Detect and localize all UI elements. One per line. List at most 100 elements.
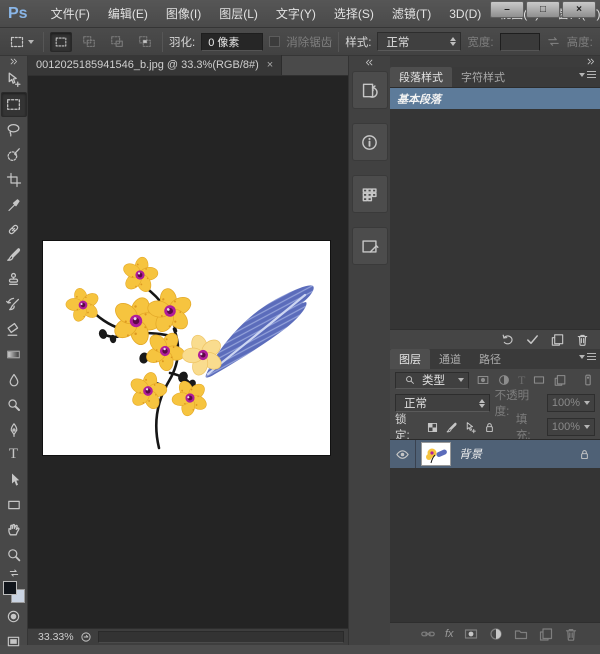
minimize-button[interactable]: –: [490, 1, 524, 18]
path-selection-tool[interactable]: [1, 467, 27, 492]
paragraph-panel-menu-button[interactable]: [579, 71, 596, 78]
brush-tool[interactable]: [1, 242, 27, 267]
spot-healing-brush-tool[interactable]: [1, 217, 27, 242]
tab-close-icon[interactable]: ×: [267, 59, 273, 71]
eraser-tool[interactable]: [1, 317, 27, 342]
subtract-selection-mode-button[interactable]: [106, 32, 128, 52]
feather-input[interactable]: 0 像素: [201, 33, 263, 51]
tab-channels[interactable]: 通道: [430, 349, 470, 369]
info-panel-button[interactable]: [352, 123, 388, 161]
zoom-level[interactable]: 33.33%: [38, 631, 74, 643]
screen-mode-button[interactable]: [1, 629, 27, 654]
document-tab[interactable]: 0012025185941546_b.jpg @ 33.3%(RGB/8#) ×: [28, 55, 282, 75]
swap-dimensions-icon[interactable]: [546, 34, 561, 49]
swatches-panel-button[interactable]: [352, 175, 388, 213]
move-tool[interactable]: [1, 67, 27, 92]
width-input[interactable]: [500, 33, 540, 51]
apply-check-icon[interactable]: [525, 332, 540, 347]
menu-filter[interactable]: 滤镜(T): [383, 0, 440, 28]
lock-all-icon[interactable]: [483, 421, 496, 434]
new-group-folder-icon[interactable]: [513, 626, 529, 642]
expand-tools-chevron[interactable]: [0, 56, 27, 67]
rectangle-tool[interactable]: [1, 492, 27, 517]
type-tool[interactable]: T: [1, 442, 27, 467]
dodge-tool[interactable]: [1, 392, 27, 417]
layer-thumbnail[interactable]: [422, 443, 450, 465]
tab-layers[interactable]: 图层: [390, 349, 430, 369]
lock-position-icon[interactable]: [464, 421, 477, 434]
zoom-tool[interactable]: [1, 542, 27, 567]
crop-tool[interactable]: [1, 167, 27, 192]
new-style-icon[interactable]: [550, 332, 565, 347]
layer-row-background[interactable]: 背景: [390, 440, 600, 468]
opacity-combo[interactable]: 100%: [547, 394, 595, 412]
swatches-grid-icon: [360, 185, 379, 204]
filter-adjustment-layers-icon[interactable]: [497, 373, 511, 387]
close-button[interactable]: ×: [562, 1, 596, 18]
pen-tool[interactable]: [1, 417, 27, 442]
menu-image[interactable]: 图像(I): [157, 0, 210, 28]
rectangular-marquee-tool[interactable]: [1, 92, 27, 117]
redefine-style-icon[interactable]: [500, 332, 515, 347]
maximize-button[interactable]: □: [526, 1, 560, 18]
menu-layer[interactable]: 图层(L): [210, 0, 267, 28]
eyedropper-tool[interactable]: [1, 192, 27, 217]
dodge-icon: [6, 397, 22, 413]
layers-panel-menu-button[interactable]: [579, 353, 596, 360]
new-selection-mode-button[interactable]: [50, 32, 72, 52]
link-layers-icon[interactable]: [420, 626, 436, 642]
collapse-panels-chevron[interactable]: [585, 56, 596, 67]
foreground-color-swatch[interactable]: [3, 581, 17, 595]
history-panel-button[interactable]: [352, 71, 388, 109]
antialias-checkbox[interactable]: [269, 36, 280, 47]
lock-pixels-brush-icon[interactable]: [445, 421, 458, 434]
gradient-tool[interactable]: [1, 342, 27, 367]
swap-colors-button[interactable]: [8, 567, 20, 578]
lock-transparency-icon[interactable]: [426, 421, 439, 434]
canvas-pasteboard[interactable]: [28, 76, 348, 628]
properties-panel-button[interactable]: [352, 227, 388, 265]
filter-smart-objects-icon[interactable]: [553, 373, 567, 387]
paragraph-style-item-basic[interactable]: 基本段落: [390, 88, 600, 109]
tab-character-styles[interactable]: 字符样式: [452, 67, 514, 87]
new-layer-icon[interactable]: [538, 626, 554, 642]
quick-mask-button[interactable]: [1, 604, 27, 629]
filter-pixel-layers-icon[interactable]: [476, 373, 490, 387]
lasso-tool[interactable]: [1, 117, 27, 142]
history-brush-tool[interactable]: [1, 292, 27, 317]
menu-edit[interactable]: 编辑(E): [99, 0, 157, 28]
filter-toggle-icon[interactable]: [581, 373, 595, 387]
zoom-icon: [6, 547, 22, 563]
add-layer-mask-icon[interactable]: [463, 626, 479, 642]
blend-mode-dropdown[interactable]: 正常: [395, 394, 490, 412]
menu-select[interactable]: 选择(S): [325, 0, 383, 28]
delete-style-trash-icon[interactable]: [575, 332, 590, 347]
quick-selection-tool[interactable]: [1, 142, 27, 167]
tab-paragraph-styles[interactable]: 段落样式: [390, 67, 452, 87]
hand-tool[interactable]: [1, 517, 27, 542]
canvas-image[interactable]: [43, 241, 330, 455]
filter-type-layers-icon[interactable]: T: [518, 373, 525, 388]
tab-paths[interactable]: 路径: [470, 349, 510, 369]
expand-dock-chevron[interactable]: [349, 56, 390, 68]
intersect-selection-mode-button[interactable]: [134, 32, 156, 52]
adjustment-layer-icon[interactable]: [488, 626, 504, 642]
menu-file[interactable]: 文件(F): [42, 0, 99, 28]
style-dropdown[interactable]: 正常: [377, 32, 461, 51]
delete-layer-trash-icon[interactable]: [563, 626, 579, 642]
status-info-icon[interactable]: [80, 631, 92, 643]
blur-tool[interactable]: [1, 367, 27, 392]
layer-visibility-cell[interactable]: [390, 440, 416, 468]
clone-stamp-tool[interactable]: [1, 267, 27, 292]
fill-combo[interactable]: 100%: [547, 418, 595, 436]
layer-thumbnail-art: [422, 443, 450, 465]
layer-locked-icon: [578, 448, 591, 461]
tool-preset-picker[interactable]: [6, 33, 37, 51]
filter-shape-layers-icon[interactable]: [532, 373, 546, 387]
quick-selection-icon: [5, 146, 22, 163]
layer-style-fx-icon[interactable]: fx: [445, 628, 454, 640]
layer-filter-type-dropdown[interactable]: 类型: [395, 372, 469, 389]
menu-3d[interactable]: 3D(D): [440, 0, 490, 28]
add-selection-mode-button[interactable]: [78, 32, 100, 52]
menu-type[interactable]: 文字(Y): [267, 0, 325, 28]
